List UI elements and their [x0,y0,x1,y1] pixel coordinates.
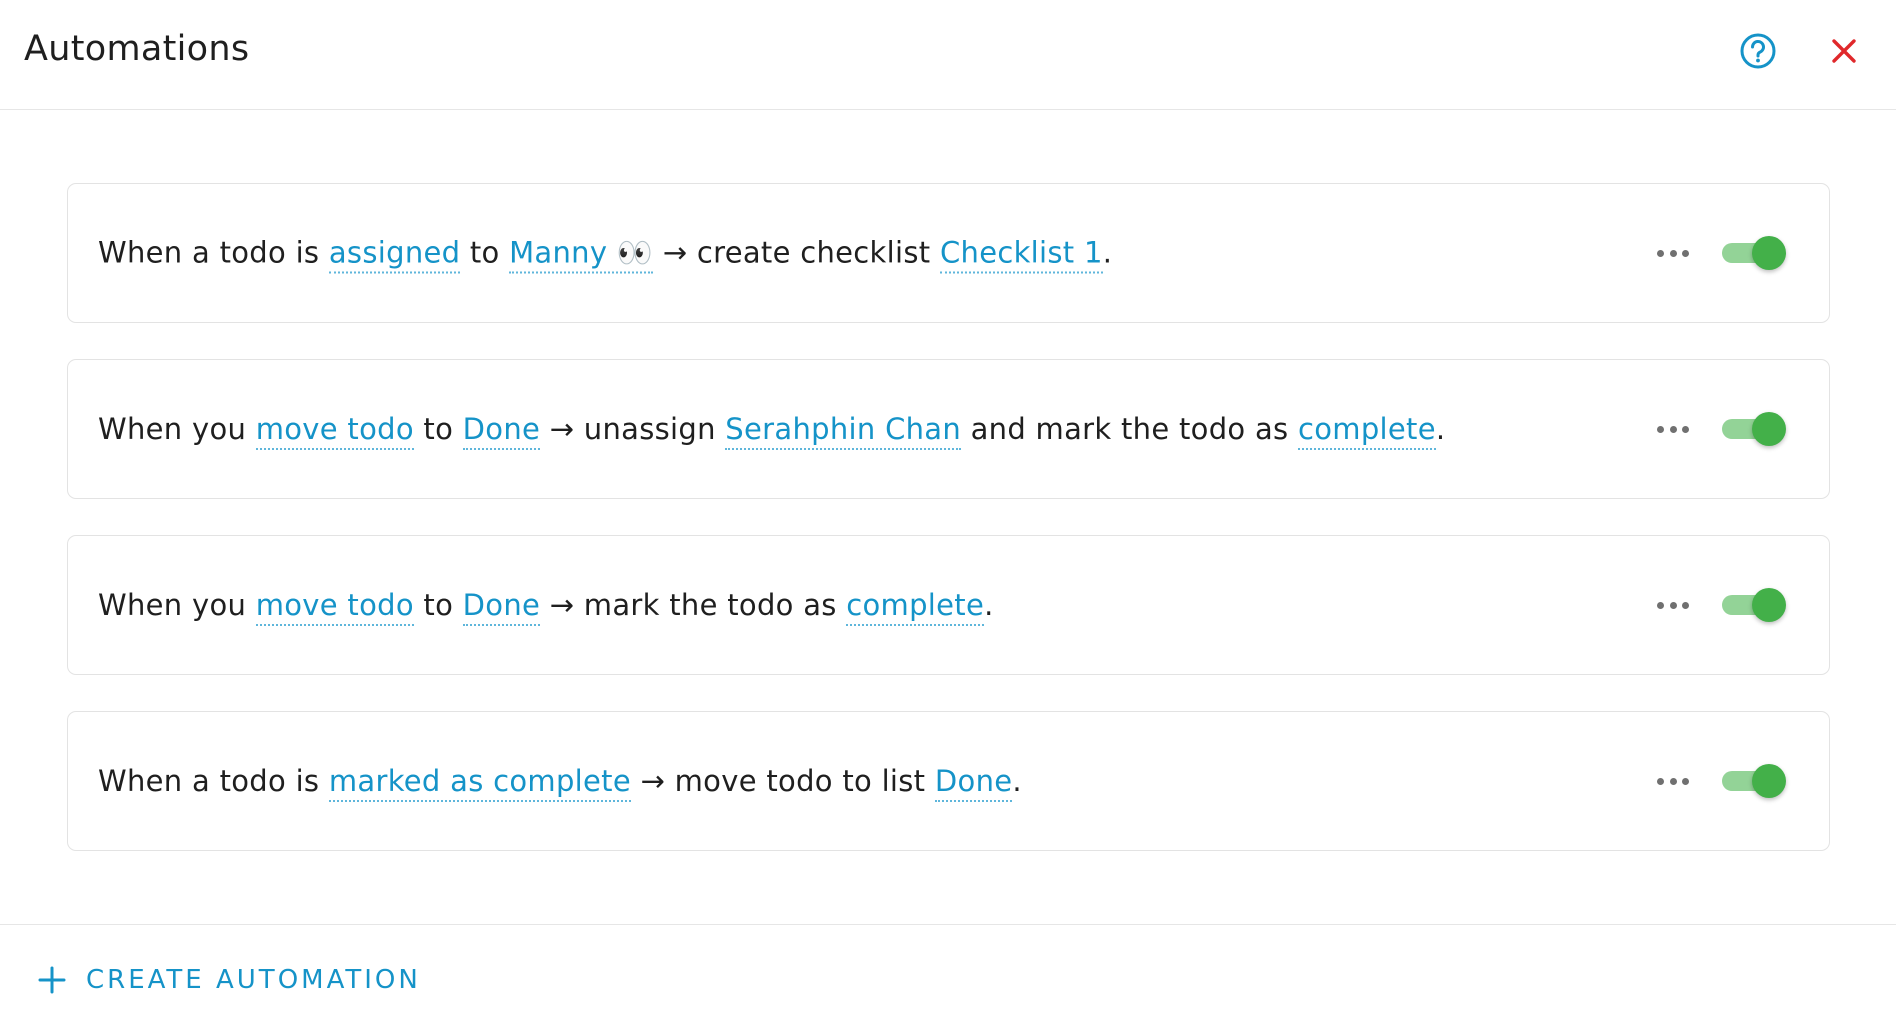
ellipsis-dot-icon [1669,777,1677,785]
rule-text: . [1435,412,1446,446]
toggle-knob [1752,588,1786,622]
rule-text: When you [98,412,256,446]
automation-card: When you move todo to Done → unassign Se… [67,359,1830,499]
rule-text: → create checklist [653,235,940,270]
rule-text: to [413,412,463,446]
create-automation-button[interactable]: CREATE AUTOMATION [36,963,421,997]
rule-text: . [1102,235,1113,270]
rule-text: When you [98,588,256,622]
create-automation-label: CREATE AUTOMATION [86,965,421,995]
close-button[interactable] [1824,31,1864,71]
rule-text: to [460,235,510,270]
rule-token-link[interactable]: assigned [328,235,461,274]
automation-card: When a todo is assigned to Manny 👀 → cre… [67,183,1830,323]
rule-token-link[interactable]: complete [1298,412,1436,450]
automation-rule-text: When you move todo to Done → unassign Se… [98,412,1446,450]
rule-text: and mark the todo as [961,412,1298,446]
plus-icon [38,966,66,994]
automation-enabled-toggle[interactable] [1720,586,1790,624]
toggle-knob [1752,764,1786,798]
rule-text: When a todo is [98,235,329,270]
rule-text: . [984,588,994,622]
automation-rule-text: When a todo is assigned to Manny 👀 → cre… [98,235,1113,274]
rule-token-link[interactable]: Serahphin Chan [725,412,962,450]
rule-text: . [1012,764,1022,798]
rule-token-link[interactable]: move todo [255,412,414,450]
dialog-header: Automations [0,0,1896,110]
rule-text: → unassign [540,412,726,446]
rule-token-link[interactable]: Checklist 1 [939,235,1103,274]
more-options-button[interactable] [1653,766,1693,796]
rule-token-link[interactable]: Done [934,764,1013,802]
ellipsis-dot-icon [1682,249,1689,257]
ellipsis-dot-icon [1669,601,1677,609]
automation-rule-text: When a todo is marked as complete → move… [98,764,1022,802]
ellipsis-dot-icon [1682,777,1689,785]
ellipsis-dot-icon [1669,425,1677,433]
rule-text: → mark the todo as [540,588,847,622]
ellipsis-dot-icon [1657,777,1664,785]
question-circle-icon [1740,33,1776,69]
more-options-button[interactable] [1653,590,1693,620]
ellipsis-dot-icon [1669,249,1677,257]
automation-card: When a todo is marked as complete → move… [67,711,1830,851]
dialog-footer: CREATE AUTOMATION [0,924,1896,1030]
ellipsis-dot-icon [1657,601,1664,609]
help-button[interactable] [1738,31,1778,71]
rule-token-link[interactable]: move todo [255,588,414,626]
toggle-knob [1752,412,1786,446]
ellipsis-dot-icon [1682,601,1689,609]
ellipsis-dot-icon [1657,425,1664,433]
ellipsis-dot-icon [1682,425,1689,433]
more-options-button[interactable] [1653,414,1693,444]
close-x-icon [1832,39,1856,63]
rule-token-link[interactable]: Manny 👀 [509,235,654,274]
automation-card: When you move todo to Done → mark the to… [67,535,1830,675]
rule-text: → move todo to list [631,764,935,798]
rule-token-link[interactable]: marked as complete [328,764,631,802]
toggle-knob [1752,236,1786,270]
ellipsis-dot-icon [1657,249,1664,257]
rule-token-link[interactable]: Done [462,588,541,626]
automation-list: When a todo is assigned to Manny 👀 → cre… [67,183,1830,887]
rule-text: to [413,588,463,622]
automation-enabled-toggle[interactable] [1720,410,1790,448]
automation-rule-text: When you move todo to Done → mark the to… [98,588,994,626]
automation-enabled-toggle[interactable] [1720,762,1790,800]
automation-enabled-toggle[interactable] [1720,234,1790,272]
rule-text: When a todo is [98,764,329,798]
rule-token-link[interactable]: complete [846,588,985,626]
more-options-button[interactable] [1653,238,1693,268]
rule-token-link[interactable]: Done [462,412,541,450]
page-title: Automations [24,29,250,69]
